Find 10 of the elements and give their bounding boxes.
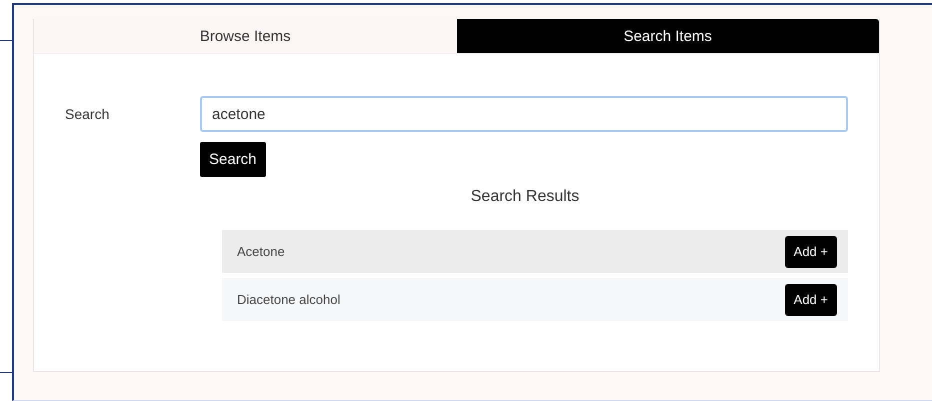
add-button[interactable]: Add + [784, 236, 837, 268]
tab[interactable]: Browse Items [34, 19, 456, 54]
result-name: Acetone [237, 244, 285, 259]
tab[interactable]: Search Items [456, 19, 879, 54]
results-heading: Search Results [470, 187, 580, 207]
add-button[interactable]: Add + [784, 284, 837, 316]
search-field[interactable]: acetone [200, 96, 848, 132]
search-button[interactable]: Search [200, 142, 266, 177]
search-label: Search [65, 105, 110, 124]
result-name: Diacetone alcohol [237, 292, 340, 307]
